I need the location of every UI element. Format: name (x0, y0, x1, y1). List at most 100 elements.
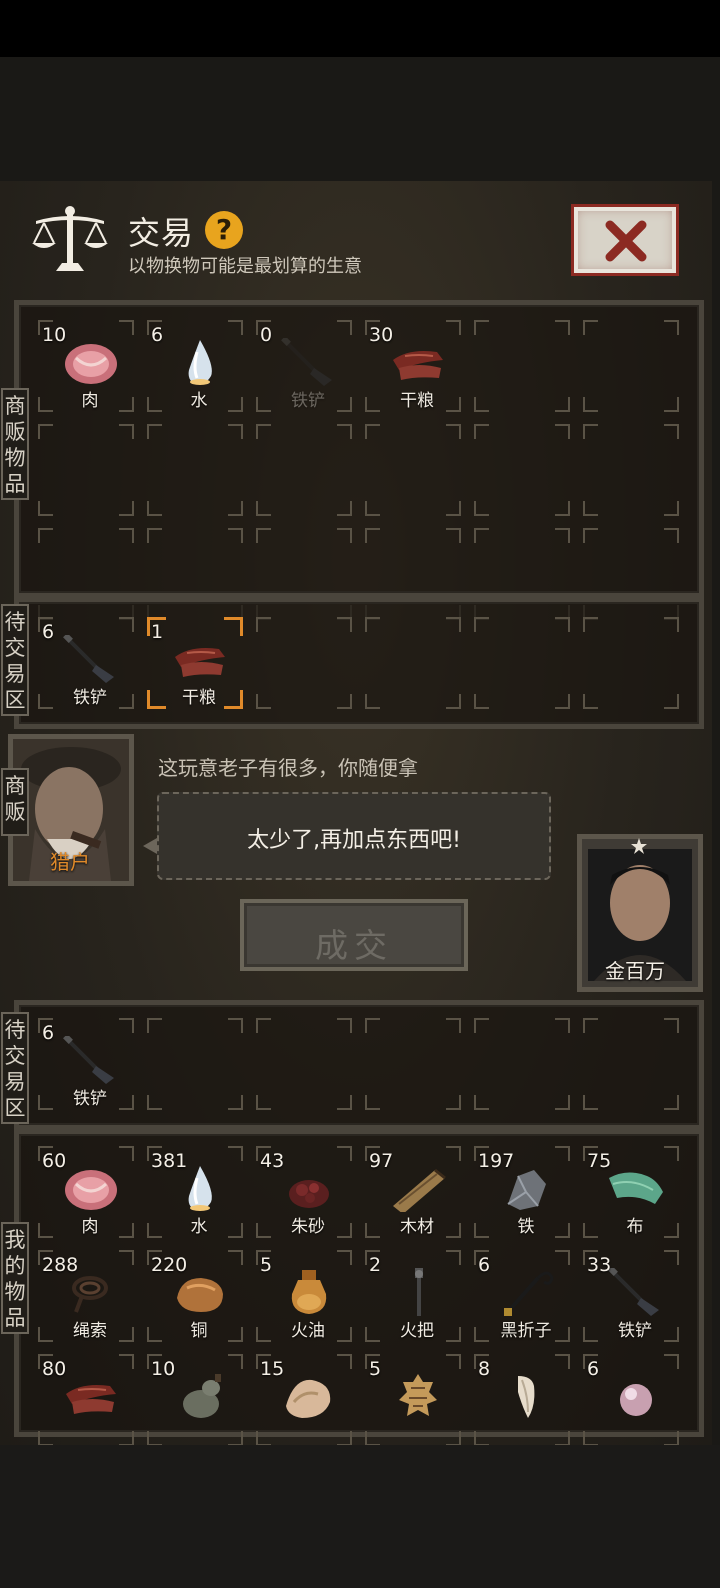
help-button[interactable]: ? (205, 211, 243, 249)
item-count: 30 (369, 324, 394, 346)
close-icon (605, 220, 647, 262)
inventory-slot[interactable] (583, 617, 679, 709)
slot-corner (583, 617, 598, 632)
slot-corner (474, 320, 489, 335)
item-hook[interactable]: 6 黑折子 (478, 1250, 574, 1342)
item-shovel[interactable]: 0 铁铲 (260, 320, 356, 412)
slot-corner (555, 1018, 570, 1033)
slot-corner (147, 1095, 162, 1110)
inventory-slot[interactable] (147, 424, 243, 516)
slot-corner (119, 424, 134, 439)
slot-corner (474, 617, 489, 632)
item-count: 6 (151, 324, 164, 346)
item-count: 10 (151, 1358, 176, 1380)
slot-corner (365, 694, 380, 709)
pearl-icon (620, 1384, 652, 1416)
slot-corner (228, 1018, 243, 1033)
item-shovel[interactable]: 33 铁铲 (587, 1250, 683, 1342)
item-count: 75 (587, 1150, 612, 1172)
item-meat[interactable]: 60 肉 (42, 1146, 138, 1238)
item-rope[interactable]: 288 绳索 (42, 1250, 138, 1342)
slot-corner (555, 1095, 570, 1110)
item-pearl[interactable]: 6 (587, 1354, 683, 1446)
slot-corner (583, 501, 598, 516)
inventory-slot[interactable] (365, 1018, 461, 1110)
item-jerky[interactable]: 1 干粮 (151, 617, 247, 709)
item-water[interactable]: 6水 (151, 320, 247, 412)
inventory-slot[interactable] (147, 1018, 243, 1110)
shovel-icon (608, 1268, 659, 1316)
inventory-slot[interactable] (256, 1018, 352, 1110)
slot-corner (119, 528, 134, 543)
slot-corner (583, 528, 598, 543)
slot-corner (365, 424, 380, 439)
inventory-slot[interactable] (583, 1018, 679, 1110)
merchant-goods-label: 商贩物品 (1, 388, 29, 500)
slot-corner (147, 528, 162, 543)
slot-corner (256, 528, 271, 543)
item-shovel[interactable]: 6 铁铲 (42, 1018, 138, 1110)
item-pelt[interactable]: 5 (369, 1354, 465, 1446)
meat-icon (65, 1170, 117, 1210)
item-cinnabar[interactable]: 43 朱砂 (260, 1146, 356, 1238)
inventory-slot[interactable] (474, 424, 570, 516)
item-shovel[interactable]: 6 铁铲 (42, 617, 138, 709)
item-count: 5 (369, 1358, 382, 1380)
status-bar (0, 0, 720, 57)
item-count: 97 (369, 1150, 394, 1172)
inventory-slot[interactable] (583, 424, 679, 516)
slot-corner (474, 1018, 489, 1033)
item-gourd[interactable]: 10 (151, 1354, 247, 1446)
inventory-slot[interactable] (365, 617, 461, 709)
item-name: 干粮 (400, 391, 434, 411)
slot-corner (119, 501, 134, 516)
item-name: 肉 (81, 1217, 99, 1237)
slot-corner (337, 424, 352, 439)
slot-corner (365, 617, 380, 632)
inventory-slot[interactable] (583, 320, 679, 412)
inventory-slot[interactable] (256, 617, 352, 709)
inventory-slot[interactable] (474, 617, 570, 709)
item-fang[interactable]: 8 (478, 1354, 574, 1446)
item-copper[interactable]: 220 铜 (151, 1250, 247, 1342)
slot-corner (38, 424, 53, 439)
close-button[interactable] (571, 204, 679, 276)
item-jerky[interactable]: 30 干粮 (369, 320, 465, 412)
slot-corner (147, 501, 162, 516)
item-wood[interactable]: 97 木材 (369, 1146, 465, 1238)
slot-corner (664, 617, 679, 632)
inventory-slot[interactable] (474, 1018, 570, 1110)
shovel-icon (63, 1036, 114, 1084)
inventory-slot[interactable] (474, 320, 570, 412)
slot-corner (583, 1095, 598, 1110)
slot-corner (446, 528, 461, 543)
inventory-slot[interactable] (365, 424, 461, 516)
item-count: 5 (260, 1254, 273, 1276)
item-cloth[interactable]: 75 布 (587, 1146, 683, 1238)
item-water[interactable]: 381 水 (151, 1146, 247, 1238)
deal-button[interactable]: 成交 (240, 899, 468, 971)
slot-corner (256, 424, 271, 439)
slot-corner (337, 528, 352, 543)
jerky-icon (175, 648, 225, 677)
item-count: 381 (151, 1150, 188, 1172)
item-iron[interactable]: 197 铁 (478, 1146, 574, 1238)
shovel-icon (281, 338, 332, 386)
cloth-icon (609, 1172, 663, 1204)
inventory-slot[interactable] (256, 424, 352, 516)
slot-corner (337, 694, 352, 709)
slot-corner (38, 501, 53, 516)
slot-corner (664, 694, 679, 709)
jerky-icon (393, 351, 443, 380)
item-oil[interactable]: 5 火油 (260, 1250, 356, 1342)
item-fur[interactable]: 15 (260, 1354, 356, 1446)
item-jerky[interactable]: 80 (42, 1354, 138, 1446)
bottom-bar (0, 1445, 720, 1588)
item-meat[interactable]: 10 肉 (42, 320, 138, 412)
slot-corner (583, 1018, 598, 1033)
slot-corner (664, 1095, 679, 1110)
inventory-slot[interactable] (38, 424, 134, 516)
item-count: 33 (587, 1254, 612, 1276)
slot-corner (147, 1018, 162, 1033)
item-torch[interactable]: 2 火把 (369, 1250, 465, 1342)
